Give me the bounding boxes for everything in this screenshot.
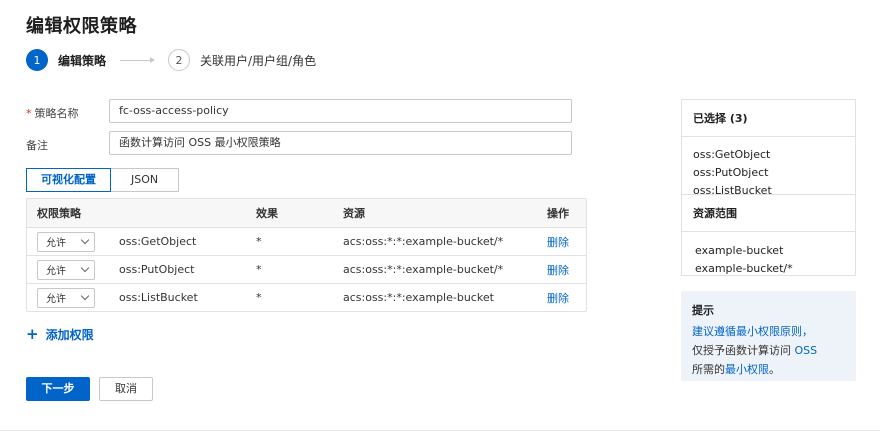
note-input[interactable]: 函数计算访问 OSS 最小权限策略 — [109, 131, 572, 155]
step-2-label: 关联用户/用户组/角色 — [200, 53, 317, 68]
header-effect: 效果 — [256, 207, 278, 220]
step-2-indicator: 2 — [168, 49, 191, 71]
effect-select-value: 允许 — [46, 266, 66, 277]
list-item: example-bucket/* — [695, 262, 793, 275]
effect-select-value: 允许 — [46, 294, 66, 305]
table-row: 允许 oss:PutObject * acs:oss:*:*:example-b… — [27, 255, 586, 283]
delete-link[interactable]: 删除 — [547, 284, 569, 311]
effect-value: * — [256, 263, 262, 276]
resource-scope-panel: 资源范围 example-bucket example-bucket/* — [681, 194, 856, 276]
list-item: example-bucket — [695, 244, 784, 257]
page-title: 编辑权限策略 — [26, 16, 137, 37]
tip-title: 提示 — [692, 304, 714, 317]
action-name: oss:ListBucket — [119, 291, 198, 304]
least-privilege-link[interactable]: 最小权限原则 — [736, 325, 802, 338]
delete-link[interactable]: 删除 — [547, 256, 569, 283]
header-action: 操作 — [547, 207, 569, 220]
table-row: 允许 oss:GetObject * acs:oss:*:*:example-b… — [27, 227, 586, 255]
plus-icon: + — [26, 325, 39, 343]
selected-panel: 已选择 (3) oss:GetObject oss:PutObject oss:… — [681, 99, 856, 197]
effect-select[interactable]: 允许 — [37, 287, 95, 308]
list-item: oss:GetObject — [693, 148, 771, 161]
effect-select-value: 允许 — [46, 238, 66, 249]
table-row: 允许 oss:ListBucket * acs:oss:*:*:example-… — [27, 283, 586, 311]
required-mark-icon: * — [26, 107, 32, 120]
tip-line-1: 建议遵循最小权限原则， — [692, 325, 813, 338]
tip-line-2: 仅授予函数计算访问 OSS — [692, 344, 818, 357]
tab-visual-config[interactable]: 可视化配置 — [26, 168, 111, 192]
action-name: oss:PutObject — [119, 263, 195, 276]
config-tabs: 可视化配置 JSON — [26, 168, 180, 192]
header-policy: 权限策略 — [37, 207, 81, 220]
chevron-down-icon — [80, 291, 90, 300]
resource-value: acs:oss:*:*:example-bucket/* — [343, 263, 504, 276]
selected-panel-title: 已选择 (3) — [682, 100, 855, 137]
permission-table: 权限策略 效果 资源 操作 允许 oss:GetObject * acs:oss… — [26, 198, 587, 312]
note-label: 备注 — [26, 139, 48, 152]
resource-value: acs:oss:*:*:example-bucket — [343, 291, 494, 304]
bottom-divider — [0, 430, 880, 431]
effect-select[interactable]: 允许 — [37, 259, 95, 280]
add-permission-button[interactable]: + 添加权限 — [26, 326, 94, 343]
table-header: 权限策略 效果 资源 操作 — [27, 199, 586, 227]
effect-select[interactable]: 允许 — [37, 231, 95, 252]
delete-link[interactable]: 删除 — [547, 228, 569, 255]
cancel-button[interactable]: 取消 — [99, 377, 153, 401]
tip-box: 提示 建议遵循最小权限原则， 仅授予函数计算访问 OSS 所需的最小权限。 — [681, 291, 856, 381]
step-arrow-icon — [120, 56, 156, 63]
resource-value: acs:oss:*:*:example-bucket/* — [343, 235, 504, 248]
resource-scope-title: 资源范围 — [682, 195, 855, 232]
action-name: oss:GetObject — [119, 235, 197, 248]
list-item: oss:PutObject — [693, 166, 769, 179]
tab-json[interactable]: JSON — [110, 168, 180, 192]
resource-list: example-bucket example-bucket/* — [682, 232, 855, 284]
policy-name-label: * 策略名称 — [26, 107, 79, 120]
add-permission-label: 添加权限 — [45, 328, 94, 342]
steps: 1 编辑策略 2 关联用户/用户组/角色 — [26, 49, 316, 71]
header-resource: 资源 — [343, 207, 365, 220]
next-button[interactable]: 下一步 — [26, 377, 90, 401]
oss-link[interactable]: OSS — [795, 344, 818, 357]
chevron-down-icon — [80, 263, 90, 272]
chevron-down-icon — [80, 235, 90, 244]
tip-line-3: 所需的最小权限。 — [692, 363, 780, 376]
step-1-label: 编辑策略 — [58, 53, 107, 68]
effect-value: * — [256, 235, 262, 248]
effect-value: * — [256, 291, 262, 304]
policy-name-input[interactable]: fc-oss-access-policy — [109, 99, 572, 123]
min-permission-link[interactable]: 最小权限 — [725, 363, 769, 376]
step-1-indicator: 1 — [26, 49, 48, 71]
